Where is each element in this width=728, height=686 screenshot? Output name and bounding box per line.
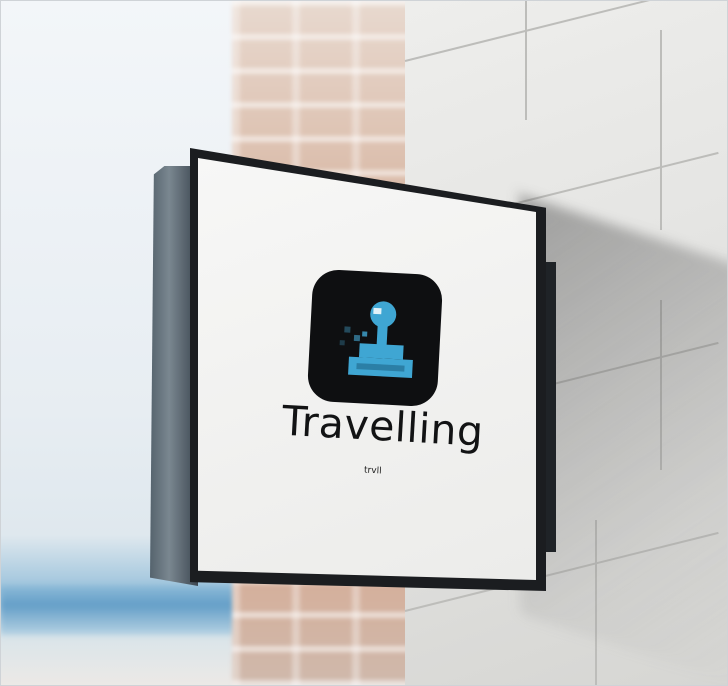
logo-tile (306, 268, 444, 408)
wall-joint (525, 0, 527, 120)
photo-scene: Travelling trvll (0, 0, 728, 686)
brand-tagline: trvll (363, 465, 382, 477)
joystick-icon (339, 301, 413, 378)
wall-joint (660, 30, 662, 230)
blurred-water (0, 585, 260, 635)
wall-joint (404, 0, 719, 62)
